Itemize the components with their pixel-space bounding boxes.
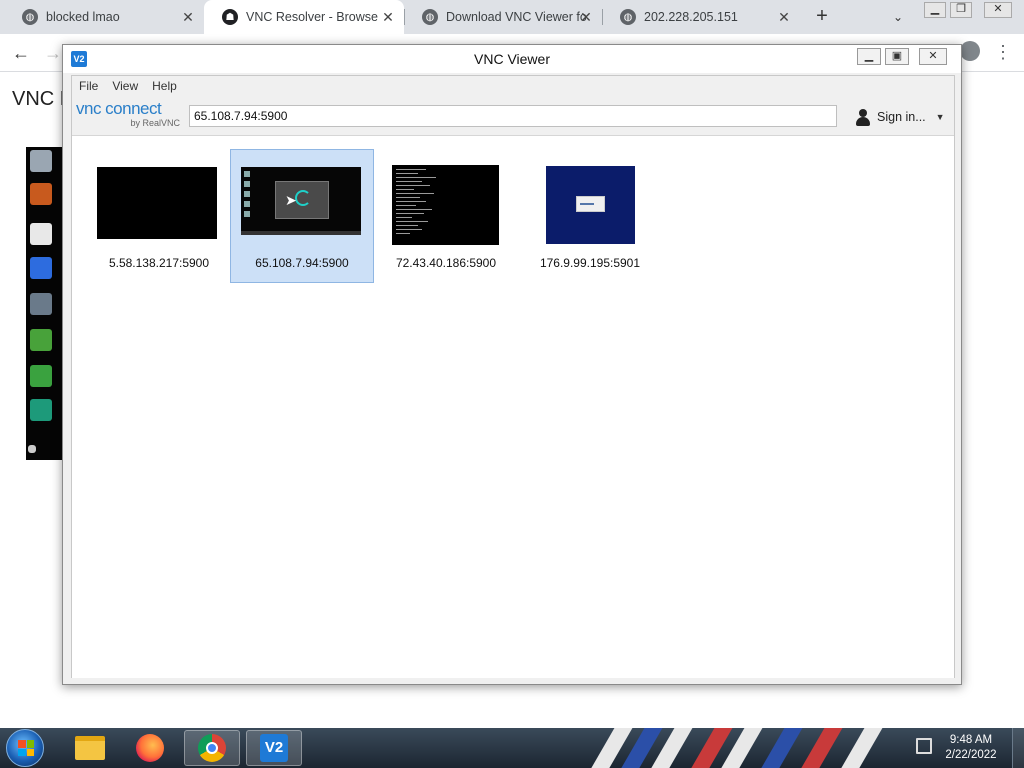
- start-button[interactable]: [6, 729, 44, 767]
- login-dialog: [576, 196, 605, 212]
- bluestacks-icon: [30, 329, 52, 351]
- start-icon: [28, 445, 36, 453]
- vnc-address-input[interactable]: 65.108.7.94:5900: [189, 105, 837, 127]
- globe-icon: ◍: [22, 9, 38, 25]
- profile-avatar-icon[interactable]: [960, 41, 980, 61]
- vnc-titlebar[interactable]: V2 VNC Viewer ▁ ▣ ✕: [63, 45, 961, 73]
- vnc-minimize-button[interactable]: ▁: [857, 48, 881, 65]
- tab-title: 202.228.205.151: [644, 10, 738, 24]
- network-icon[interactable]: [916, 738, 932, 754]
- connection-label: 5.58.138.217:5900: [108, 256, 210, 270]
- chrome-icon: [198, 734, 226, 762]
- vnc-viewer-window: V2 VNC Viewer ▁ ▣ ✕ File View Help vnc c…: [62, 44, 962, 685]
- back-arrow-icon[interactable]: ←: [8, 40, 34, 66]
- tab-close-icon[interactable]: ✕: [380, 9, 396, 25]
- connection-grid: 5.58.138.217:5900 ➤ 65.108.7.94:5900 72.…: [72, 138, 954, 678]
- tab-ip-address[interactable]: ◍ 202.228.205.151 ✕: [602, 0, 800, 34]
- globe-icon: ◍: [422, 9, 438, 25]
- tab-close-icon[interactable]: ✕: [578, 9, 594, 25]
- vnc-header: vnc connect by RealVNC 65.108.7.94:5900 …: [72, 96, 954, 136]
- taskbar-chrome-button[interactable]: [184, 730, 240, 766]
- taskbar-vnc-viewer-button[interactable]: V2: [246, 730, 302, 766]
- mouse-cursor-icon: ➤: [285, 192, 297, 208]
- recycle-bin-icon: [30, 150, 52, 172]
- tab-blocked-lmao[interactable]: ◍ blocked lmao ✕: [4, 0, 204, 34]
- vnc-window-title: VNC Viewer: [474, 51, 550, 67]
- connection-label: 176.9.99.195:5901: [539, 256, 641, 270]
- menu-help[interactable]: Help: [145, 76, 184, 96]
- logo-main-text: vnc connect: [76, 99, 162, 118]
- tab-title: blocked lmao: [46, 10, 120, 24]
- connection-tile[interactable]: 72.43.40.186:5900: [374, 150, 518, 284]
- folder-icon: [75, 736, 105, 760]
- tab-close-icon[interactable]: ✕: [776, 9, 792, 25]
- windows-taskbar: V2: [0, 728, 1024, 768]
- vnc-menubar: File View Help: [72, 76, 954, 96]
- tab-vnc-resolver[interactable]: ☗ VNC Resolver - Browse ✕: [204, 0, 404, 34]
- windows-logo-icon: [18, 740, 34, 756]
- menu-view[interactable]: View: [105, 76, 145, 96]
- desktop-thumbnail: ➤: [241, 167, 361, 235]
- bluestacks-icon: [30, 365, 52, 387]
- dropdown-caret-icon: ▼: [935, 112, 945, 122]
- app-icon: [30, 293, 52, 315]
- vnc-close-button[interactable]: ✕: [919, 48, 947, 65]
- close-button[interactable]: ✕: [984, 2, 1012, 18]
- more-options-icon[interactable]: ⋮: [994, 40, 1012, 64]
- vnc-resolver-favicon-icon: ☗: [222, 9, 238, 25]
- app-icon: [30, 257, 52, 279]
- system-clock[interactable]: 9:48 AM 2/22/2022: [936, 733, 1006, 763]
- loading-spinner-icon: [295, 190, 311, 206]
- menu-file[interactable]: File: [72, 76, 105, 96]
- taskbar-firefox-button[interactable]: [122, 730, 178, 766]
- user-icon: [854, 108, 872, 126]
- defender-icon: [30, 183, 52, 205]
- vnc-client-area: File View Help vnc connect by RealVNC 65…: [71, 75, 955, 678]
- connection-label: 65.108.7.94:5900: [255, 256, 349, 270]
- show-desktop-button[interactable]: [1012, 728, 1024, 768]
- logo-sub-text: by RealVNC: [130, 118, 180, 128]
- connection-tile[interactable]: 5.58.138.217:5900: [87, 150, 231, 284]
- hash-icon: [30, 399, 52, 421]
- new-tab-button[interactable]: +: [810, 5, 834, 29]
- globe-icon: ◍: [620, 9, 636, 25]
- tab-title: Download VNC Viewer fo: [446, 10, 586, 24]
- taskbar-explorer-button[interactable]: [62, 730, 118, 766]
- tab-close-icon[interactable]: ✕: [180, 9, 196, 25]
- sign-in-label: Sign in...: [877, 110, 926, 124]
- vnc-maximize-button[interactable]: ▣: [885, 48, 909, 65]
- blue-screen-thumbnail: [546, 166, 635, 244]
- clock-date: 2/22/2022: [945, 749, 997, 761]
- restore-button[interactable]: ❐: [950, 2, 972, 18]
- wallpaper-decoration: [590, 728, 920, 768]
- vnc-viewer-icon: V2: [260, 734, 288, 762]
- clock-time: 9:48 AM: [949, 734, 993, 746]
- firefox-icon: [136, 734, 164, 762]
- black-screen-thumbnail: [97, 167, 217, 239]
- chevron-down-icon[interactable]: ⌄: [888, 7, 908, 27]
- sign-in-button[interactable]: Sign in... ▼: [854, 107, 945, 127]
- mini-taskbar: [241, 231, 361, 235]
- connection-tile-selected[interactable]: ➤ 65.108.7.94:5900: [230, 149, 374, 283]
- tab-download-vnc-viewer[interactable]: ◍ Download VNC Viewer fo ✕: [404, 0, 602, 34]
- browser-tab-strip: ◍ blocked lmao ✕ ☗ VNC Resolver - Browse…: [0, 0, 1024, 34]
- vnc-connect-logo: vnc connect by RealVNC: [76, 100, 186, 132]
- window-icon: [30, 223, 52, 245]
- terminal-thumbnail: [392, 165, 499, 245]
- connecting-dialog: [275, 181, 329, 219]
- connection-tile[interactable]: 176.9.99.195:5901: [518, 150, 662, 284]
- desktop-icons: [244, 171, 254, 221]
- tab-title: VNC Resolver - Browse: [246, 10, 378, 24]
- connection-label: 72.43.40.186:5900: [395, 256, 497, 270]
- minimize-button[interactable]: ▁: [924, 2, 946, 18]
